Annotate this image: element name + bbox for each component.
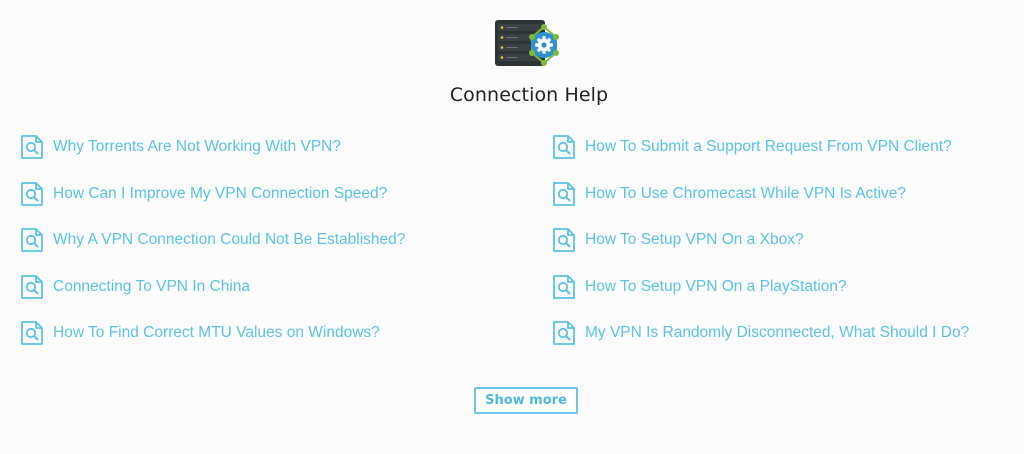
article-link-label: Why A VPN Connection Could Not Be Establ… bbox=[53, 231, 406, 249]
document-search-icon bbox=[21, 135, 43, 159]
article-link-label: How To Setup VPN On a PlayStation? bbox=[585, 277, 847, 295]
document-search-icon bbox=[21, 181, 43, 206]
document-search-icon bbox=[21, 321, 43, 346]
server-gear-icon bbox=[495, 20, 559, 66]
article-link[interactable]: How Can I Improve My VPN Connection Spee… bbox=[19, 178, 405, 210]
article-link[interactable]: Why A VPN Connection Could Not Be Establ… bbox=[19, 224, 405, 256]
article-link[interactable]: My VPN Is Randomly Disconnected, What Sh… bbox=[551, 317, 969, 349]
document-search-icon bbox=[553, 274, 575, 299]
article-list-left: Why Torrents Are Not Working With VPN? H… bbox=[19, 131, 405, 364]
article-link-label: How Can I Improve My VPN Connection Spee… bbox=[53, 184, 388, 202]
article-link-label: How To Use Chromecast While VPN Is Activ… bbox=[585, 184, 907, 202]
article-link-label: Why Torrents Are Not Working With VPN? bbox=[53, 138, 341, 155]
article-link-label: My VPN Is Randomly Disconnected, What Sh… bbox=[585, 324, 970, 342]
document-search-icon bbox=[553, 228, 575, 253]
article-link-label: How To Find Correct MTU Values on Window… bbox=[53, 324, 380, 342]
show-more-button[interactable]: Show more bbox=[474, 387, 578, 414]
document-search-icon bbox=[21, 228, 43, 253]
article-link[interactable]: How To Setup VPN On a PlayStation? bbox=[551, 271, 969, 303]
article-list-right: How To Submit a Support Request From VPN… bbox=[551, 131, 969, 364]
page-title: Connection Help bbox=[449, 84, 609, 106]
article-link[interactable]: How To Use Chromecast While VPN Is Activ… bbox=[551, 178, 969, 210]
document-search-icon bbox=[553, 181, 575, 206]
document-search-icon bbox=[553, 135, 575, 159]
article-link[interactable]: How To Setup VPN On a Xbox? bbox=[551, 224, 969, 256]
article-link[interactable]: How To Find Correct MTU Values on Window… bbox=[19, 317, 405, 349]
article-link-label: How To Setup VPN On a Xbox? bbox=[585, 231, 804, 249]
article-link[interactable]: Why Torrents Are Not Working With VPN? bbox=[19, 131, 405, 163]
article-link[interactable]: Connecting To VPN In China bbox=[19, 271, 405, 303]
article-link-label: How To Submit a Support Request From VPN… bbox=[585, 138, 952, 155]
article-link[interactable]: How To Submit a Support Request From VPN… bbox=[551, 131, 969, 163]
document-search-icon bbox=[21, 274, 43, 299]
connection-help-page: Connection Help Why Torrents Are Not Wor… bbox=[0, 0, 1024, 454]
document-search-icon bbox=[553, 321, 575, 346]
article-link-label: Connecting To VPN In China bbox=[53, 277, 251, 295]
